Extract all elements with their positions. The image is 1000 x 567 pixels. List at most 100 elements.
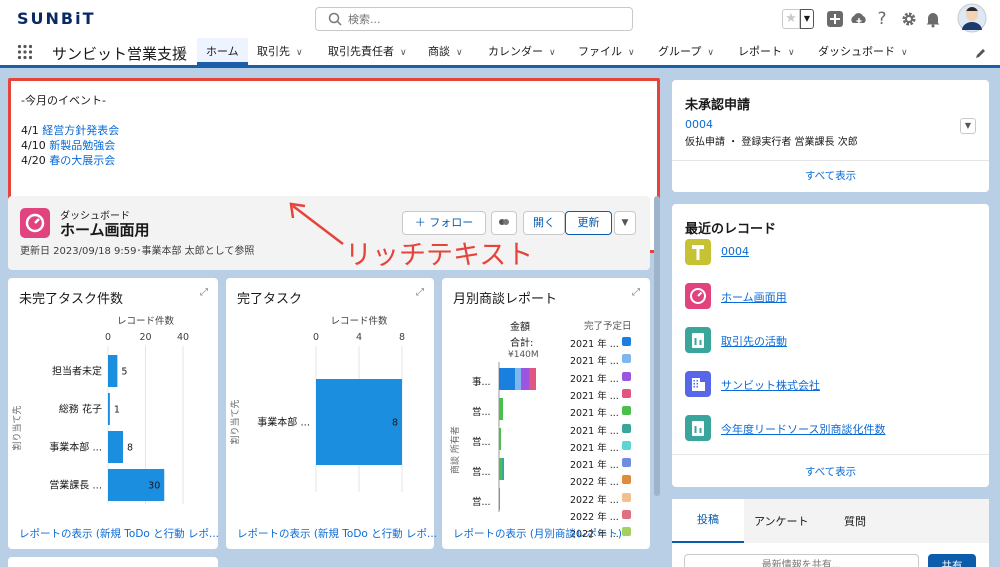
tab-label: レポート	[738, 45, 782, 58]
richtext-heading: -今月のイベント-	[21, 94, 106, 107]
expand-icon[interactable]: ⤢	[200, 287, 208, 298]
event-date: 4/1	[21, 124, 39, 137]
tab-accounts[interactable]: 取引先 ∨	[257, 38, 303, 65]
scrollbar[interactable]	[654, 196, 660, 496]
recent-item[interactable]: 今年度リードソース別商談化件数	[685, 415, 985, 441]
follow-button[interactable]: ＋ フォロー	[402, 211, 486, 235]
amount-label: 金額	[510, 322, 530, 333]
help-icon[interactable]: ?	[873, 10, 891, 28]
favorites-star-icon[interactable]: ★	[782, 9, 800, 29]
favorites-dropdown-icon[interactable]: ▼	[800, 9, 814, 29]
event-link[interactable]: 新製品勉強会	[49, 139, 115, 152]
recent-item[interactable]: 取引先の活動	[685, 327, 985, 353]
recent-link[interactable]: サンビット株式会社	[721, 377, 820, 393]
building-icon	[685, 371, 711, 397]
legend-label: 2021 年 ...	[570, 408, 619, 420]
legend-item: 2021 年 ...	[570, 336, 648, 350]
dashboard-title: ホーム画面用	[60, 221, 150, 239]
legend-label: 2021 年 ...	[570, 390, 619, 402]
tab-home[interactable]: ホーム	[197, 38, 248, 65]
chevron-down-icon[interactable]: ∨	[400, 48, 407, 58]
event-row: 4/20 春の大展示会	[21, 153, 647, 168]
tab-files[interactable]: ファイル ∨	[578, 38, 635, 65]
legend-label: 2022 年 ...	[570, 494, 619, 506]
chevron-down-icon[interactable]: ∨	[549, 48, 556, 58]
main-area: -今月のイベント- 4/1 経営方針発表会 4/10 新製品勉強会 4/20 春…	[0, 68, 1000, 567]
recent-link[interactable]: 取引先の活動	[721, 333, 787, 349]
x-axis-title: レコード件数	[117, 315, 175, 327]
event-link[interactable]: 春の大展示会	[49, 154, 115, 167]
view-all-link[interactable]: すべて表示	[672, 168, 989, 183]
more-actions-button[interactable]: ▼	[614, 211, 636, 235]
tab-reports[interactable]: レポート ∨	[738, 38, 795, 65]
y-axis-title: 割り当て先	[11, 405, 23, 450]
panel-title: 未完了タスク件数	[19, 292, 124, 307]
legend-label: 2021 年 ...	[570, 425, 619, 437]
chevron-down-icon[interactable]: ∨	[901, 48, 908, 58]
expand-icon[interactable]: ⤢	[632, 287, 640, 298]
chevron-down-icon[interactable]: ∨	[788, 48, 795, 58]
chevron-down-icon[interactable]: ∨	[707, 48, 714, 58]
tab-question[interactable]: 質問	[844, 513, 866, 529]
legend-swatch	[622, 440, 631, 450]
bar	[316, 379, 402, 465]
tab-calendar[interactable]: カレンダー ∨	[488, 38, 556, 65]
recent-link[interactable]: ホーム画面用	[721, 289, 787, 305]
tab-opportunities[interactable]: 商談 ∨	[428, 38, 463, 65]
category-label: 担当者未定	[52, 365, 102, 378]
bar	[108, 355, 118, 387]
view-all-link[interactable]: すべて表示	[672, 464, 989, 479]
chevron-down-icon[interactable]: ∨	[456, 48, 463, 58]
view-report-link[interactable]: レポートの表示 (新規 ToDo と行動 レポ...	[19, 526, 219, 541]
chevron-down-icon[interactable]: ∨	[296, 48, 303, 58]
app-launcher-icon[interactable]	[17, 44, 33, 60]
subscribe-button[interactable]	[491, 211, 517, 235]
divider	[672, 454, 989, 455]
view-report-link[interactable]: レポートの表示 (月別商談レポート)	[453, 526, 622, 541]
recent-link[interactable]: 今年度リードソース別商談化件数	[721, 421, 885, 437]
bell-icon[interactable]	[924, 10, 942, 28]
recent-link[interactable]: 0004	[721, 245, 749, 258]
approval-link[interactable]: 0004	[685, 118, 713, 131]
app-logo[interactable]: SUNBiT	[17, 9, 96, 28]
tab-contacts[interactable]: 取引先責任者 ∨	[328, 38, 407, 65]
event-link[interactable]: 経営方針発表会	[42, 124, 119, 137]
total-label: 合計:	[510, 338, 534, 349]
legend-swatch	[622, 510, 631, 519]
share-input[interactable]: 最新情報を共有...	[684, 554, 919, 567]
chevron-down-icon: ▼	[621, 218, 629, 228]
chevron-down-icon[interactable]: ∨	[628, 48, 635, 58]
stack-segment	[521, 368, 529, 390]
recent-item[interactable]: 0004	[685, 239, 985, 265]
refresh-button[interactable]: 更新	[565, 211, 612, 235]
global-search[interactable]	[315, 7, 633, 31]
trailhead-icon[interactable]	[850, 10, 868, 28]
edit-pencil-icon[interactable]	[975, 47, 987, 59]
legend-label: 2021 年 ...	[570, 339, 619, 350]
avatar[interactable]	[957, 3, 987, 33]
recent-item[interactable]: サンビット株式会社	[685, 371, 985, 397]
row-actions-button[interactable]: ▼	[960, 118, 976, 134]
gear-icon[interactable]	[900, 10, 918, 28]
expand-icon[interactable]: ⤢	[416, 287, 424, 298]
open-button[interactable]: 開く	[523, 211, 565, 235]
global-actions-icon[interactable]	[826, 10, 844, 28]
tab-groups[interactable]: グループ ∨	[658, 38, 714, 65]
dashboard-icon	[20, 208, 50, 238]
incomplete-tasks-chart: レコード件数 0 20 40 割り当て先 担当者未定 5 総務 花子 1 事業本部 ... 8 営業課…	[11, 315, 189, 504]
share-button[interactable]: 共有	[928, 554, 976, 567]
card-title: 未承認申請	[685, 98, 751, 113]
view-report-link[interactable]: レポートの表示 (新規 ToDo と行動 レポ...	[237, 526, 437, 541]
tab-post[interactable]: 投稿	[672, 499, 744, 543]
search-input[interactable]	[348, 11, 618, 27]
tab-survey[interactable]: アンケート	[754, 513, 809, 529]
tab-label: ファイル	[578, 45, 622, 58]
tab-label: 商談	[428, 45, 450, 58]
stack-segment	[502, 458, 504, 480]
tab-dashboards[interactable]: ダッシュボード ∨	[818, 38, 908, 65]
annotation-label: リッチテキスト	[345, 240, 534, 271]
recent-item[interactable]: ホーム画面用	[685, 283, 985, 309]
legend-label: 2022 年 ...	[570, 477, 619, 489]
tick-label: 40	[177, 332, 189, 343]
legend-item: 2022 年 ...	[570, 474, 648, 488]
